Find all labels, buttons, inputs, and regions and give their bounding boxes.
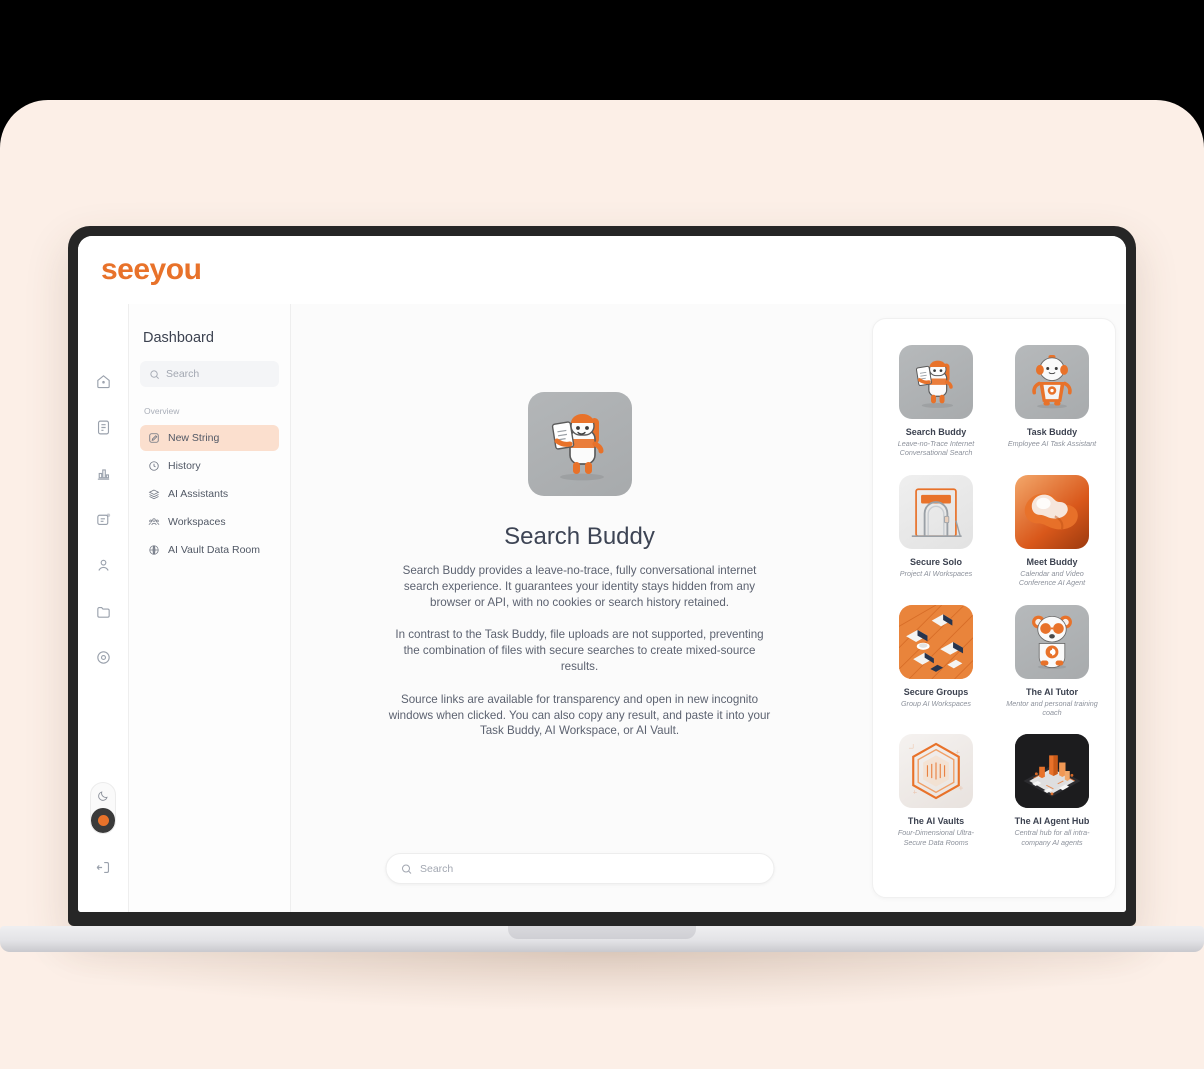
assistant-card-title: Meet Buddy	[1026, 556, 1078, 567]
assistant-card-meet-buddy[interactable]: Meet Buddy Calendar and Video Conference…	[1003, 474, 1101, 588]
assistant-card-subtitle: Central hub for all intra-company AI age…	[1014, 828, 1090, 847]
assistant-card-subtitle: Four-Dimensional Ultra-Secure Data Rooms	[897, 828, 975, 847]
laptop-screen: seeyou Dashboard Search Overview New Str…	[78, 236, 1126, 912]
assistant-card-the-ai-tutor[interactable]: The AI Tutor Mentor and personal trainin…	[1003, 604, 1101, 718]
assistant-card-subtitle: Group AI Workspaces	[900, 698, 972, 708]
document-icon[interactable]	[90, 414, 116, 440]
dark-mode-toggle[interactable]	[90, 782, 116, 834]
sidebar-item-label: New String	[168, 432, 220, 444]
logout-icon[interactable]	[90, 854, 116, 880]
person-icon[interactable]	[90, 552, 116, 578]
main-search-input[interactable]: Search	[385, 853, 774, 884]
assistant-card-title: The AI Agent Hub	[1014, 816, 1090, 827]
sidebar-section-label: Overview	[144, 406, 180, 416]
sidebar-item-label: AI Assistants	[168, 488, 229, 500]
people-group-icon	[148, 516, 160, 528]
assistant-card-subtitle: Mentor and personal training coach	[1006, 698, 1098, 718]
sidebar-search-placeholder: Search	[166, 368, 200, 380]
main-content: Search Buddy Search Buddy provides a lea…	[291, 304, 868, 912]
sidebar-item-label: Workspaces	[168, 516, 226, 528]
assistant-card-the-ai-agent-hub[interactable]: The AI Agent Hub Central hub for all int…	[1003, 734, 1101, 847]
moon-icon	[91, 783, 115, 808]
app-header: seeyou	[78, 236, 1126, 304]
sidebar-search-input[interactable]: Search	[140, 361, 279, 387]
folder-icon[interactable]	[90, 598, 116, 624]
globe-shield-icon	[148, 544, 160, 556]
tutor-bear-mascot	[1015, 604, 1089, 679]
assistant-card-task-buddy[interactable]: Task Buddy Employee AI Task Assistant	[1003, 345, 1101, 458]
assistant-card-subtitle: Project AI Workspaces	[899, 568, 973, 578]
app-body: Dashboard Search Overview New String His…	[78, 304, 1126, 912]
hero-section: Search Buddy Search Buddy provides a lea…	[387, 392, 773, 756]
main-search-placeholder: Search	[420, 862, 454, 875]
sidebar-item-label: History	[168, 460, 201, 472]
task-buddy-mascot	[1015, 345, 1089, 419]
sidebar-item-ai-vault-data-room[interactable]: AI Vault Data Room	[140, 537, 279, 563]
assistant-card-subtitle: Leave-no-Trace Internet Conversational S…	[897, 439, 975, 458]
assistant-card-title: The AI Tutor	[1026, 686, 1078, 697]
brand-logo[interactable]: seeyou	[101, 253, 202, 287]
laptop-base	[0, 926, 1204, 952]
hero-paragraph-2: In contrast to the Task Buddy, file uplo…	[395, 628, 764, 673]
assistant-card-the-ai-vaults[interactable]: The AI Vaults Four-Dimensional Ultra-Sec…	[887, 734, 985, 847]
assistant-card-subtitle: Employee AI Task Assistant	[1007, 439, 1097, 448]
notification-doc-icon[interactable]	[90, 506, 116, 532]
speech-bubbles-icon	[1015, 474, 1089, 549]
laptop-shadow	[30, 950, 1174, 1010]
laptop-frame: seeyou Dashboard Search Overview New Str…	[68, 226, 1136, 926]
hero-title: Search Buddy	[504, 523, 655, 550]
assistant-card-title: The AI Vaults	[907, 816, 965, 827]
hero-paragraph-3: Source links are available for transpare…	[388, 692, 771, 738]
sidebar-item-ai-assistants[interactable]: AI Assistants	[140, 481, 279, 507]
assistant-card-title: Secure Solo	[909, 556, 963, 567]
sidebar: Dashboard Search Overview New String His…	[128, 304, 291, 912]
sidebar-item-workspaces[interactable]: Workspaces	[140, 509, 279, 535]
bar-chart-icon[interactable]	[90, 460, 116, 486]
assistant-card-secure-solo[interactable]: Secure Solo Project AI Workspaces	[887, 474, 985, 588]
sidebar-item-new-string[interactable]: New String	[140, 425, 279, 451]
hero-paragraph-1: Search Buddy provides a leave-no-trace, …	[402, 564, 757, 609]
layers-icon	[148, 488, 160, 500]
home-icon[interactable]	[90, 368, 116, 394]
page-title: Dashboard	[143, 330, 214, 346]
search-buddy-mascot	[899, 345, 973, 419]
sidebar-item-label: AI Vault Data Room	[168, 544, 261, 556]
settings-icon[interactable]	[90, 644, 116, 670]
search-icon	[150, 369, 159, 379]
assistants-panel: Search Buddy Leave-no-Trace Internet Con…	[872, 318, 1116, 898]
mode-active-indicator	[91, 808, 115, 833]
assistant-card-title: Task Buddy	[1026, 427, 1078, 437]
assistants-panel-wrap: Search Buddy Leave-no-Trace Internet Con…	[868, 304, 1126, 912]
assistant-card-search-buddy[interactable]: Search Buddy Leave-no-Trace Internet Con…	[887, 345, 985, 458]
screenshot-stage: seeyou Dashboard Search Overview New Str…	[0, 0, 1204, 1069]
isometric-desk-icon	[899, 604, 973, 679]
isometric-city-icon	[1015, 734, 1089, 809]
active-dot	[97, 815, 109, 826]
hexagon-vault-icon	[899, 734, 973, 809]
clock-icon	[148, 460, 160, 472]
search-icon	[401, 864, 411, 874]
edit-square-icon	[148, 432, 160, 444]
icon-rail	[78, 304, 128, 912]
sidebar-item-history[interactable]: History	[140, 453, 279, 479]
search-buddy-mascot	[527, 392, 632, 496]
assistant-card-title: Secure Groups	[903, 686, 969, 697]
assistant-card-secure-groups[interactable]: Secure Groups Group AI Workspaces	[887, 604, 985, 718]
vault-door-icon	[899, 474, 973, 549]
assistant-card-subtitle: Calendar and Video Conference AI Agent	[1018, 568, 1086, 588]
assistant-card-title: Search Buddy	[905, 427, 967, 437]
